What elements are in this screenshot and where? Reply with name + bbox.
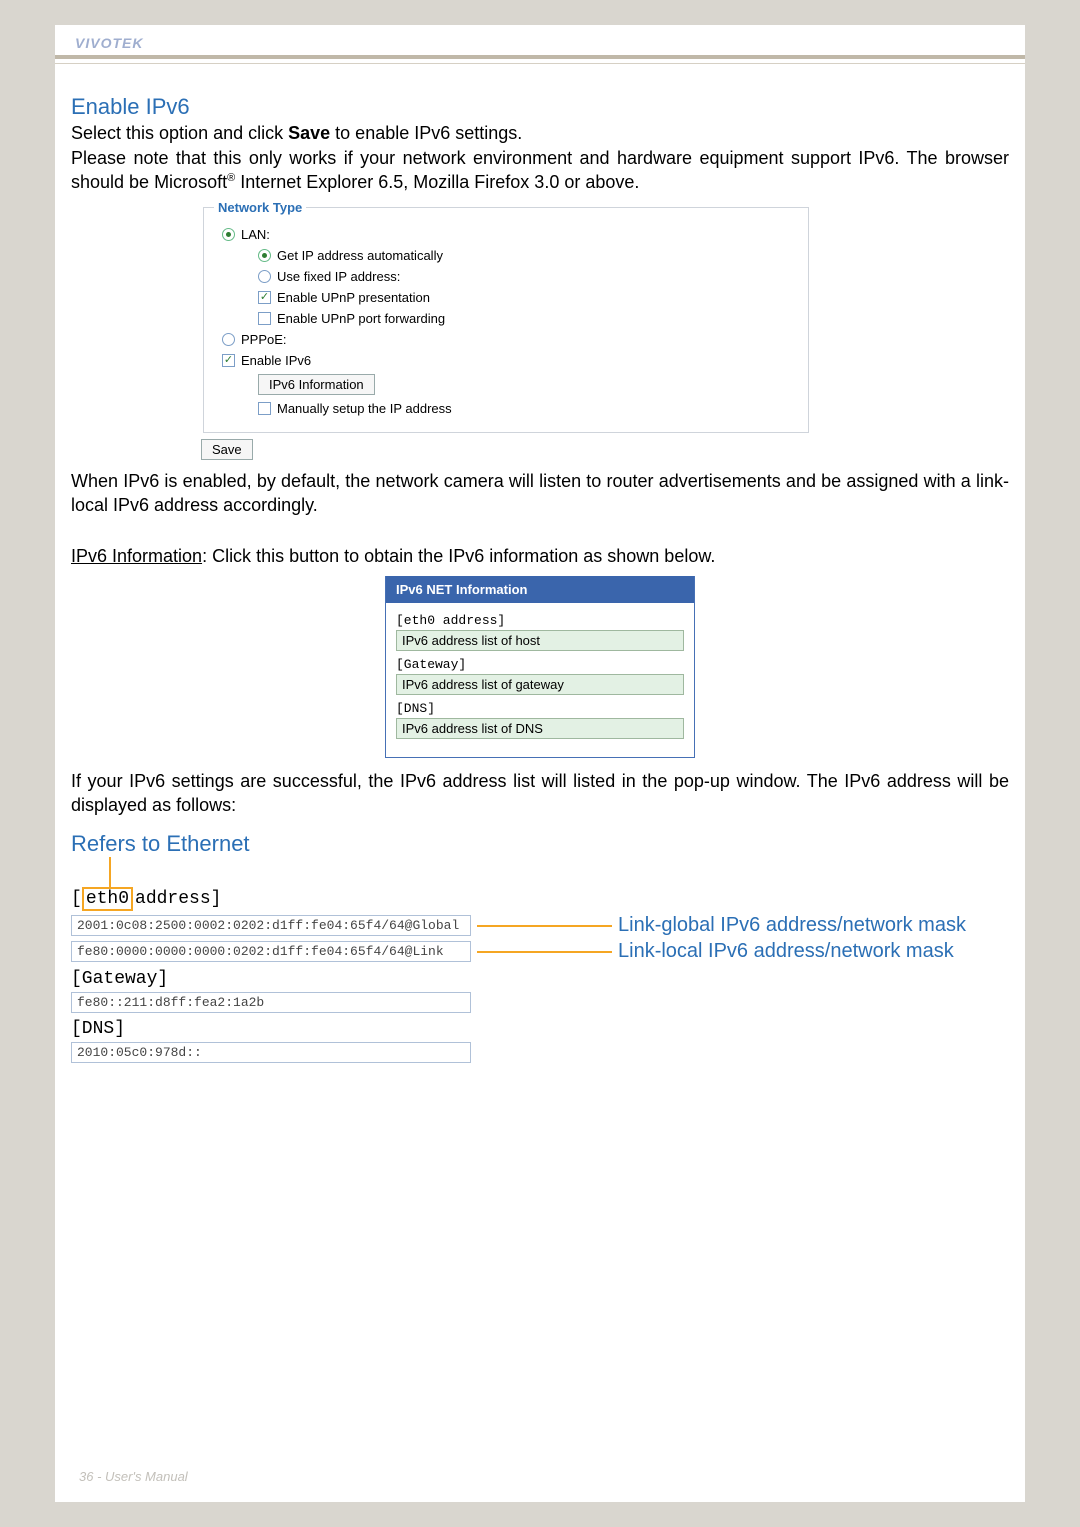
eth0-bracket-left: [ [71,889,82,909]
radio-get-ip[interactable] [258,249,271,262]
brand-logo: VIVOTEK [75,35,143,51]
link-address-field: fe80:0000:0000:0000:0202:d1ff:fe04:65f4/… [71,941,471,962]
intro-text-1a: Select this option and click [71,123,288,143]
radio-fixed-ip[interactable] [258,270,271,283]
ipv6-info-underline: IPv6 Information [71,546,202,566]
section-title: Enable IPv6 [71,94,1009,120]
global-address-field: 2001:0c08:2500:0002:0202:d1ff:fe04:65f4/… [71,915,471,936]
intro-save-word: Save [288,123,330,143]
success-text: If your IPv6 settings are successful, th… [71,770,1009,817]
global-address-label: Link-global IPv6 address/network mask [618,914,966,937]
enable-ipv6-label: Enable IPv6 [241,353,311,368]
radio-pppoe[interactable] [222,333,235,346]
ipv6-info-rest: : Click this button to obtain the IPv6 i… [202,546,715,566]
popup-eth0-label: [eth0 address] [396,613,684,628]
popup-dns-label: [DNS] [396,701,684,716]
page-footer: 36 - User's Manual [79,1469,188,1484]
connector-line-icon [477,925,612,927]
eth0-box: eth0 [82,887,133,911]
callout-line-icon [109,857,1009,887]
radio-lan[interactable] [222,228,235,241]
link-address-label: Link-local IPv6 address/network mask [618,940,954,963]
dns-label: [DNS] [71,1019,1009,1039]
gateway-label: [Gateway] [71,969,1009,989]
popup-dns-list: IPv6 address list of DNS [396,718,684,739]
refers-title: Refers to Ethernet [71,831,1009,857]
lan-label: LAN: [241,227,270,242]
popup-host-list: IPv6 address list of host [396,630,684,651]
panel-legend: Network Type [214,200,306,215]
popup-gateway-label: [Gateway] [396,657,684,672]
dns-field: 2010:05c0:978d:: [71,1042,471,1063]
popup-title: IPv6 NET Information [386,576,694,603]
ipv6-information-button[interactable]: IPv6 Information [258,374,375,395]
manual-ip-label: Manually setup the IP address [277,401,452,416]
checkbox-upnp-presentation[interactable] [258,291,271,304]
upnp-present-label: Enable UPnP presentation [277,290,430,305]
after-panel-text: When IPv6 is enabled, by default, the ne… [71,470,1009,517]
intro-text-2b: Internet Explorer 6.5, Mozilla Firefox 3… [235,172,639,192]
fixed-ip-label: Use fixed IP address: [277,269,400,284]
eth0-address-label: address] [135,889,221,909]
upnp-port-label: Enable UPnP port forwarding [277,311,445,326]
checkbox-upnp-port[interactable] [258,312,271,325]
ipv6-net-info-popup: IPv6 NET Information [eth0 address] IPv6… [385,576,695,758]
connector-line-icon [477,951,612,953]
checkbox-manual-ip[interactable] [258,402,271,415]
pppoe-label: PPPoE: [241,332,287,347]
registered-mark: ® [227,172,235,184]
popup-gateway-list: IPv6 address list of gateway [396,674,684,695]
get-ip-label: Get IP address automatically [277,248,443,263]
intro-text-1c: to enable IPv6 settings. [330,123,522,143]
checkbox-enable-ipv6[interactable] [222,354,235,367]
gateway-field: fe80::211:d8ff:fea2:1a2b [71,992,471,1013]
network-type-panel: Network Type LAN: Get IP address automat… [203,200,809,433]
save-button[interactable]: Save [201,439,253,460]
